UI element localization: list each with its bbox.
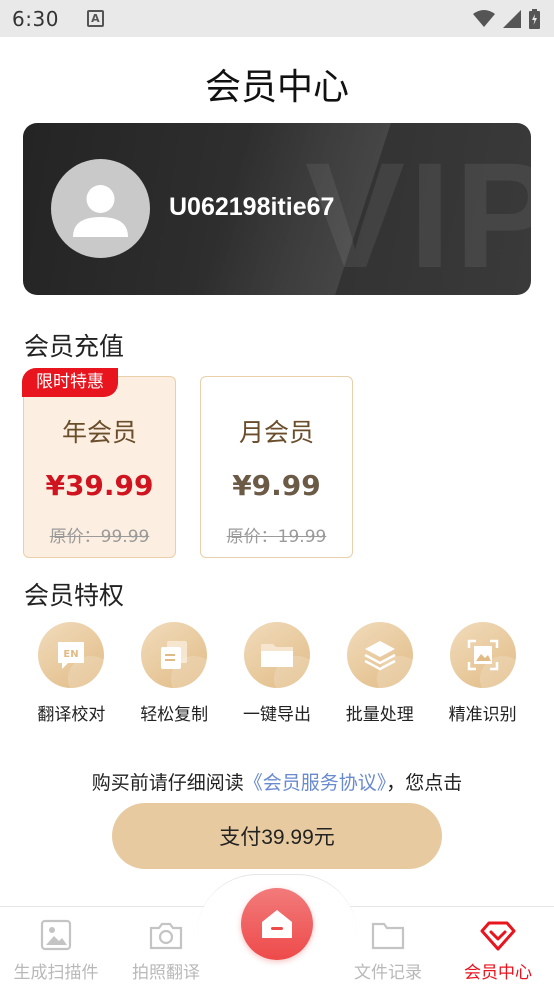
home-icon xyxy=(262,910,292,938)
image-icon xyxy=(40,919,72,951)
user-vip-card: VIP U062198itie67 xyxy=(23,123,531,295)
privilege-label: 批量处理 xyxy=(345,705,414,725)
privilege-item: 精准识别 xyxy=(431,622,534,725)
nav-label: 生成扫描件 xyxy=(13,963,99,983)
copy-icon xyxy=(161,641,188,669)
agreement-suffix: ，您点击 xyxy=(386,772,463,794)
nav-label: 会员中心 xyxy=(464,963,532,983)
signal-icon xyxy=(503,9,521,28)
plan-name: 月会员 xyxy=(238,418,314,447)
folder-icon xyxy=(371,922,405,950)
folder-icon xyxy=(260,644,293,667)
avatar[interactable] xyxy=(51,159,150,258)
status-time: 6:30 xyxy=(12,6,59,31)
en-translate-icon: EN xyxy=(58,642,85,669)
battery-icon xyxy=(529,8,540,29)
recharge-section-title: 会员充值 xyxy=(24,332,125,361)
status-bar: 6:30 A xyxy=(0,0,554,37)
plan-price: ¥39.99 xyxy=(45,469,154,502)
nav-item-scan[interactable]: 生成扫描件 xyxy=(1,907,111,983)
privilege-item: 批量处理 xyxy=(328,622,431,725)
privilege-item: 一键导出 xyxy=(226,622,329,725)
svg-text:EN: EN xyxy=(64,649,79,660)
privilege-label: 翻译校对 xyxy=(37,705,106,725)
privilege-item: 轻松复制 xyxy=(123,622,226,725)
user-avatar-icon xyxy=(73,185,128,237)
nav-item-member-center[interactable]: 会员中心 xyxy=(443,907,553,983)
limited-offer-badge: 限时特惠 xyxy=(22,368,118,397)
pay-button[interactable]: 支付39.99元 xyxy=(112,803,442,869)
nav-label: 文件记录 xyxy=(354,963,422,983)
agreement-text: 购买前请仔细阅读《会员服务协议》，您点击 xyxy=(0,768,554,795)
home-center-button[interactable] xyxy=(241,888,313,960)
privileges-list: EN 翻译校对 轻松复制 一键导出 批量处理 精准识别 xyxy=(20,622,534,725)
plan-annual[interactable]: 年会员 ¥39.99 原价：99.99 xyxy=(23,376,176,558)
plan-name: 年会员 xyxy=(61,418,137,447)
plan-original-price: 原价：99.99 xyxy=(49,527,150,547)
plan-monthly[interactable]: 月会员 ¥9.99 原价：19.99 xyxy=(200,376,353,558)
nav-label: 拍照翻译 xyxy=(132,963,200,983)
agreement-prefix: 购买前请仔细阅读 xyxy=(91,772,244,794)
page-title: 会员中心 xyxy=(204,67,349,108)
diamond-icon xyxy=(480,921,516,951)
privilege-label: 精准识别 xyxy=(448,705,517,725)
camera-icon xyxy=(149,922,183,950)
service-agreement-link[interactable]: 《会员服务协议》 xyxy=(244,772,387,794)
privilege-label: 轻松复制 xyxy=(140,705,209,725)
wifi-icon xyxy=(473,9,495,27)
plan-price: ¥9.99 xyxy=(232,469,321,502)
username: U062198itie67 xyxy=(169,193,335,221)
layers-icon xyxy=(364,641,396,671)
vip-watermark: VIP xyxy=(305,131,531,295)
plan-original-price: 原价：19.99 xyxy=(226,527,327,547)
notification-a-icon: A xyxy=(86,10,104,27)
privileges-section-title: 会员特权 xyxy=(24,581,125,610)
privilege-item: EN 翻译校对 xyxy=(20,622,123,725)
privilege-label: 一键导出 xyxy=(242,705,311,725)
scan-image-icon xyxy=(467,639,498,671)
